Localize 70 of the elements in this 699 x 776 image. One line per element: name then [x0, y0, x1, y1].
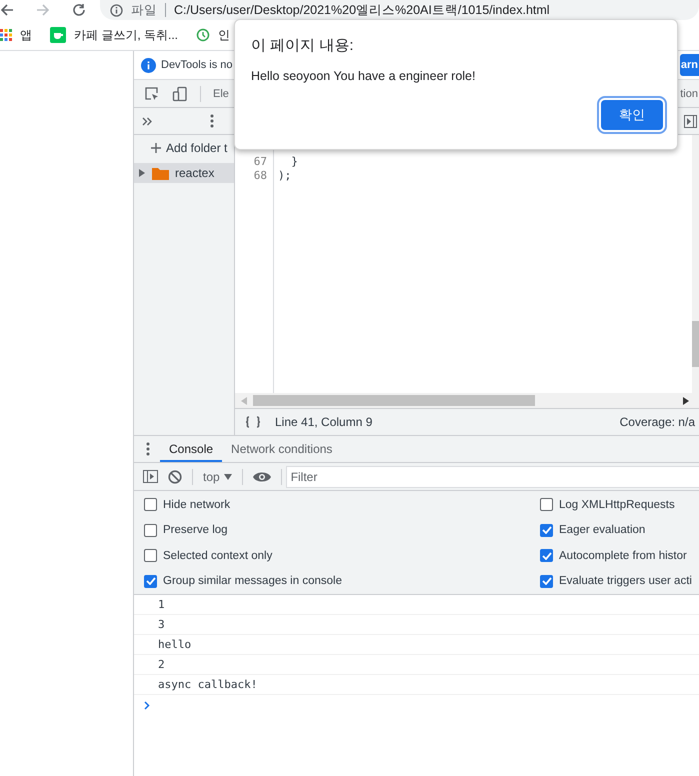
- checkbox[interactable]: [144, 524, 157, 537]
- console-message: 3: [158, 618, 165, 631]
- eye-icon[interactable]: [252, 470, 271, 482]
- info-icon[interactable]: [110, 4, 123, 16]
- console-message: 2: [158, 658, 165, 671]
- scroll-right-icon[interactable]: [683, 396, 689, 404]
- checkbox-label: Hide network: [163, 498, 230, 511]
- ok-button[interactable]: 확인: [601, 100, 663, 130]
- checkbox[interactable]: [540, 574, 553, 588]
- back-icon[interactable]: [0, 3, 14, 17]
- plus-icon: [151, 143, 161, 153]
- filter-field[interactable]: Filter: [286, 466, 699, 488]
- checkbox-label: Preserve log: [163, 524, 228, 536]
- more-tabs-icon[interactable]: [142, 116, 152, 126]
- console-message: hello: [158, 638, 192, 651]
- toggle-panel-icon[interactable]: [684, 114, 697, 128]
- panel-tab[interactable]: tion: [680, 88, 698, 100]
- checkbox-label: Eager evaluation: [559, 524, 646, 536]
- url-text: C:/Users/user/Desktop/2021%20엘리스%20AI트랙/1015/index.html: [174, 2, 550, 18]
- expand-arrow-icon[interactable]: [139, 169, 146, 177]
- add-folder-button[interactable]: Add folder t: [134, 135, 234, 161]
- dropdown-arrow-icon: [224, 474, 232, 480]
- checkbox-label: Group similar messages in console: [163, 575, 342, 588]
- clear-icon[interactable]: [168, 470, 182, 484]
- pretty-print-icon[interactable]: [245, 416, 261, 428]
- sidebar-toggle-icon[interactable]: [143, 470, 158, 483]
- drawer-tab[interactable]: Network conditions: [222, 436, 342, 462]
- prompt-icon[interactable]: [144, 700, 150, 710]
- checkbox[interactable]: [540, 498, 553, 512]
- checkbox[interactable]: [540, 524, 553, 537]
- dialog-message: Hello seoyoon You have a engineer role!: [251, 69, 476, 83]
- checkbox[interactable]: [144, 574, 157, 588]
- clock-icon: [196, 28, 210, 42]
- folder-icon: [152, 166, 169, 180]
- dialog-title: 이 페이지 내용:: [251, 36, 355, 55]
- folder-item[interactable]: reactex: [134, 163, 234, 183]
- checkbox-label: Evaluate triggers user acti: [559, 575, 692, 588]
- checkbox[interactable]: [540, 549, 553, 562]
- coverage-label: Coverage: n/a: [620, 415, 695, 429]
- console-message: 1: [158, 598, 165, 611]
- panel-tab[interactable]: Ele: [213, 88, 229, 100]
- vertical-scrollbar[interactable]: [692, 135, 699, 393]
- bookmark[interactable]: 앱: [0, 26, 32, 44]
- apps-grid-icon: [0, 29, 12, 41]
- checkbox-label: Autocomplete from histor: [559, 550, 687, 562]
- more-icon[interactable]: [210, 114, 214, 128]
- console-message: async callback!: [158, 678, 258, 691]
- cup-icon: [50, 27, 66, 43]
- more-icon[interactable]: [146, 442, 150, 456]
- info-message: DevTools is no: [161, 59, 233, 71]
- horizontal-scrollbar[interactable]: [235, 393, 699, 409]
- checkbox[interactable]: [144, 549, 157, 562]
- checkbox-label: Selected context only: [163, 550, 272, 562]
- scheme-label: 파일: [131, 2, 157, 18]
- checkbox-label: Log XMLHttpRequests: [559, 498, 675, 511]
- bookmark[interactable]: 인: [196, 26, 230, 44]
- device-icon[interactable]: [172, 86, 188, 102]
- code-line: }: [290, 155, 298, 168]
- info-icon: [141, 58, 156, 72]
- line-number: 68: [252, 169, 267, 183]
- bookmark[interactable]: 카페 글쓰기, 독취...: [50, 26, 178, 44]
- checkbox[interactable]: [144, 498, 157, 512]
- reload-icon[interactable]: [72, 3, 86, 17]
- inspect-icon[interactable]: [144, 86, 160, 102]
- address-bar[interactable]: 파일 C:/Users/user/Desktop/2021%20엘리스%20AI트랙/1015/index.html: [100, 0, 699, 20]
- context-dropdown[interactable]: top: [203, 470, 232, 484]
- learn-button[interactable]: arn: [680, 54, 699, 76]
- code-line: );: [278, 169, 292, 182]
- line-number: 67: [252, 155, 267, 169]
- cursor-position: Line 41, Column 9: [275, 415, 372, 429]
